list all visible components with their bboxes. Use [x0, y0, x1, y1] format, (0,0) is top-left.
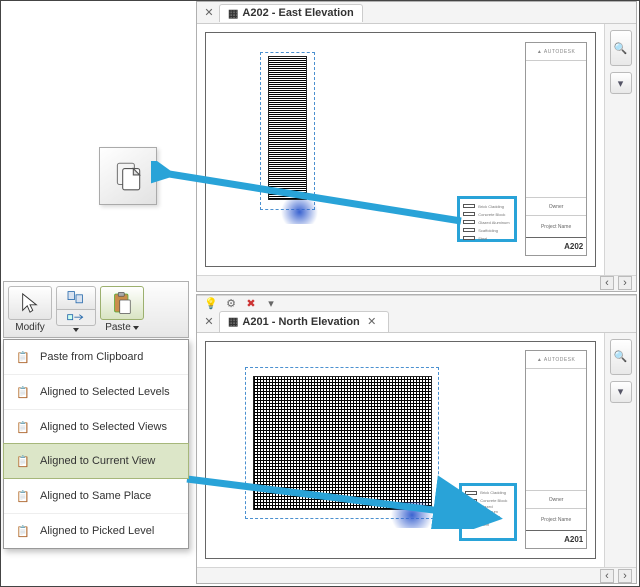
tb-owner: Owner: [526, 490, 586, 508]
dropdown-icon[interactable]: ▾: [263, 295, 279, 311]
nav-dropdown-button[interactable]: ▾: [610, 381, 632, 403]
close-pane-icon[interactable]: ✕: [201, 5, 217, 21]
autodesk-logo: ▲ AUTODESK: [526, 43, 586, 61]
view-tabbar-bottom: ✕ ▦ A201 - North Elevation ✕: [197, 311, 636, 333]
tab-north-elevation[interactable]: ▦ A201 - North Elevation ✕: [219, 311, 389, 332]
scroll-right-icon[interactable]: ›: [618, 276, 632, 290]
aligned-current-view-item[interactable]: 📋 Aligned to Current View: [3, 443, 189, 479]
menu-label: Aligned to Selected Levels: [40, 386, 170, 398]
ribbon-panel: Modify Paste 📋 Paste from Clipboard: [3, 281, 189, 549]
aligned-selected-levels-item[interactable]: 📋 Aligned to Selected Levels: [4, 374, 188, 409]
tab-east-elevation[interactable]: ▦ A202 - East Elevation: [219, 4, 363, 22]
paste-from-clipboard-item[interactable]: 📋 Paste from Clipboard: [4, 340, 188, 374]
view-pane-north-elevation: 💡 ⚙ ✖ ▾ ✕ ▦ A201 - North Elevation ✕ Bri…: [196, 294, 637, 585]
building-elevation: [268, 56, 307, 200]
filter-icon[interactable]: ⚙: [223, 295, 239, 311]
lightbulb-icon[interactable]: 💡: [203, 295, 219, 311]
view-body-bottom: Brick Cladding Concrete Block Glazed Alu…: [197, 333, 636, 568]
paste-dropdown: 📋 Paste from Clipboard 📋 Aligned to Sele…: [3, 339, 189, 549]
modify-button[interactable]: Modify: [8, 286, 52, 333]
legend-row: Steel: [465, 521, 511, 529]
clipboard-icon: 📋: [14, 452, 32, 470]
sheet: Brick Cladding Concrete Block Glazed Alu…: [205, 341, 596, 560]
close-tab-icon[interactable]: ✕: [364, 314, 380, 330]
autodesk-logo: ▲ AUTODESK: [526, 351, 586, 369]
view-control-bar: 💡 ⚙ ✖ ▾: [197, 295, 636, 311]
legend-row: Concrete Block: [463, 210, 511, 218]
chevron-down-icon: [133, 326, 139, 330]
building-elevation: [253, 376, 432, 510]
copy-icon: [111, 159, 145, 193]
titleblock: ▲ AUTODESK Owner Project Name A201: [525, 350, 587, 549]
drawing-canvas-bottom[interactable]: Brick Cladding Concrete Block Glazed Alu…: [197, 333, 604, 568]
navigation-bar: 🔍 ▾: [604, 333, 636, 568]
horizontal-scrollbar[interactable]: ‹ ›: [197, 275, 636, 291]
nav-dropdown-button[interactable]: ▾: [610, 72, 632, 94]
aligned-picked-level-item[interactable]: 📋 Aligned to Picked Level: [4, 513, 188, 548]
navigation-bar: 🔍 ▾: [604, 24, 636, 275]
selection-graphic: [385, 502, 439, 528]
legend-source[interactable]: Brick Cladding Concrete Block Glazed Alu…: [457, 196, 517, 242]
menu-label: Aligned to Same Place: [40, 490, 151, 502]
tb-owner: Owner: [526, 197, 586, 215]
delete-icon[interactable]: ✖: [243, 295, 259, 311]
menu-label: Aligned to Current View: [40, 455, 155, 467]
scroll-left-icon[interactable]: ‹: [600, 569, 614, 583]
titleblock: ▲ AUTODESK Owner Project Name A202: [525, 42, 587, 256]
clipboard-icon: 📋: [14, 383, 32, 401]
copy-icon-callout: [99, 147, 157, 205]
paste-button[interactable]: Paste: [100, 286, 144, 333]
chevron-down-icon: [73, 328, 79, 332]
selection-graphic: [276, 200, 323, 223]
sheet-icon: ▦: [228, 7, 238, 20]
paste-label: Paste: [105, 322, 131, 333]
view-body-top: Brick Cladding Concrete Block Glazed Alu…: [197, 24, 636, 275]
aligned-selected-views-item[interactable]: 📋 Aligned to Selected Views: [4, 409, 188, 444]
view-tabbar-top: ✕ ▦ A202 - East Elevation: [197, 2, 636, 24]
view-stack: ✕ ▦ A202 - East Elevation Brick Cladding…: [196, 1, 637, 584]
menu-label: Paste from Clipboard: [40, 351, 143, 363]
menu-label: Aligned to Picked Level: [40, 525, 154, 537]
clipboard-icon: 📋: [14, 522, 32, 540]
legend-row: Brick Cladding: [463, 202, 511, 210]
tb-project: Project Name: [526, 215, 586, 237]
legend-row: Glazed Aluminum: [465, 505, 511, 513]
scroll-right-icon[interactable]: ›: [618, 569, 632, 583]
legend-row: Steel: [463, 234, 511, 242]
menu-label: Aligned to Selected Views: [40, 421, 167, 433]
zoom-extents-button[interactable]: 🔍: [610, 30, 632, 66]
legend-pasted[interactable]: Brick Cladding Concrete Block Glazed Alu…: [459, 483, 517, 541]
drawing-canvas-top[interactable]: Brick Cladding Concrete Block Glazed Alu…: [197, 24, 604, 275]
align-icon: [66, 290, 86, 306]
legend-row: Scaffolding: [463, 226, 511, 234]
sheet-icon: ▦: [228, 315, 238, 328]
cursor-icon: [19, 292, 41, 314]
legend-row: Scaffolding: [465, 513, 511, 521]
aligned-same-place-item[interactable]: 📋 Aligned to Same Place: [4, 478, 188, 513]
close-pane-icon[interactable]: ✕: [201, 313, 217, 329]
clipboard-icon: 📋: [14, 487, 32, 505]
zoom-extents-button[interactable]: 🔍: [610, 339, 632, 375]
legend-row: Glazed Aluminum: [463, 218, 511, 226]
align-sub-icon: [66, 313, 86, 323]
ribbon-buttons: Modify Paste: [3, 281, 189, 338]
align-split-button[interactable]: [56, 286, 96, 333]
horizontal-scrollbar[interactable]: ‹ ›: [197, 567, 636, 583]
tb-sheet-number: A202: [526, 237, 586, 255]
modify-label: Modify: [15, 322, 44, 333]
tab-label: A201 - North Elevation: [242, 316, 359, 328]
clipboard-icon: 📋: [14, 418, 32, 436]
clipboard-paste-icon: [110, 291, 134, 315]
tb-sheet-number: A201: [526, 530, 586, 548]
clipboard-icon: 📋: [14, 348, 32, 366]
tb-project: Project Name: [526, 508, 586, 530]
legend-row: Brick Cladding: [465, 489, 511, 497]
view-pane-east-elevation: ✕ ▦ A202 - East Elevation Brick Cladding…: [196, 1, 637, 292]
tab-label: A202 - East Elevation: [242, 7, 353, 19]
sheet: Brick Cladding Concrete Block Glazed Alu…: [205, 32, 596, 267]
scroll-left-icon[interactable]: ‹: [600, 276, 614, 290]
